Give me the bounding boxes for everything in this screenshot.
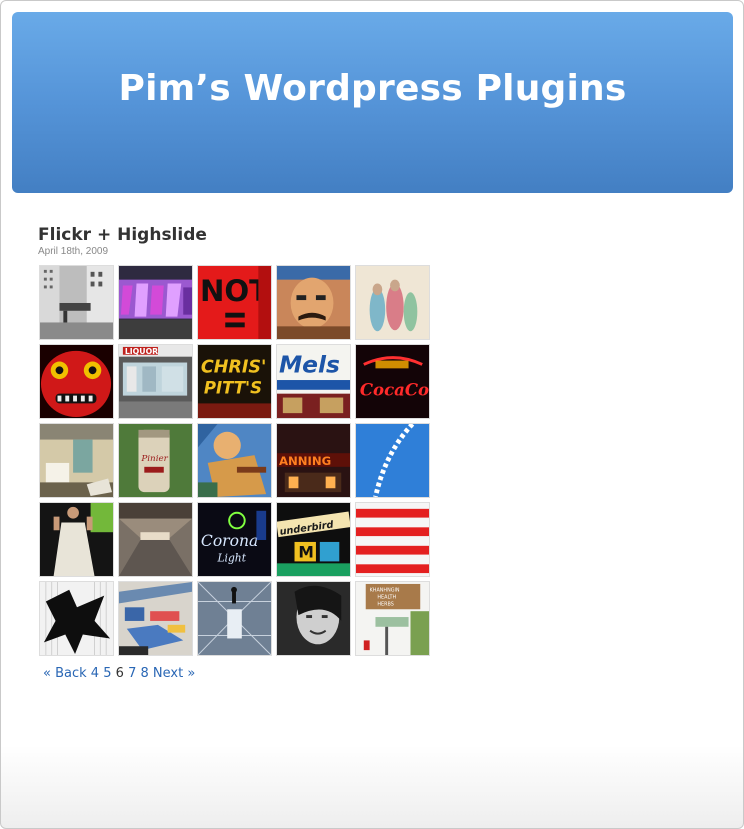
thumbnail[interactable] [39,581,114,656]
thumbnail[interactable] [39,265,114,340]
thumbnail[interactable] [118,265,193,340]
svg-text:LIQUOR: LIQUOR [125,347,158,356]
svg-text:Corona: Corona [201,532,258,550]
page-frame: Pim’s Wordpress Plugins Flickr + Highsli… [0,0,744,829]
thumbnail[interactable] [197,581,272,656]
pagination-back-link[interactable]: « Back [43,666,87,681]
site-title[interactable]: Pim’s Wordpress Plugins [118,68,626,109]
pagination: « Back 4 5 6 7 8 Next » [43,666,195,681]
thumbnail-grid: NOT LIQUOR CHRIS'PITT'S Mels CocaCola Pi [39,265,432,656]
svg-text:Light: Light [216,551,246,564]
pagination-current-page: 6 [115,666,124,681]
thumbnail[interactable] [39,502,114,577]
thumbnail[interactable] [118,502,193,577]
thumbnail[interactable]: KHANHNGIN HEALTH HERBS [355,581,430,656]
thumbnail[interactable]: underbird M [276,502,351,577]
header-banner: Pim’s Wordpress Plugins [12,12,733,193]
svg-text:M: M [298,544,314,562]
pagination-next-link[interactable]: Next » [153,666,195,681]
thumbnail[interactable]: Pinier [118,423,193,498]
thumbnail[interactable]: ANNING [276,423,351,498]
svg-text:Pinier: Pinier [140,454,168,464]
svg-text:CocaCola: CocaCola [360,380,429,400]
svg-text:ANNING: ANNING [279,454,331,468]
svg-text:KHANHNGIN: KHANHNGIN [370,588,400,594]
thumbnail[interactable] [118,581,193,656]
thumbnail[interactable]: Corona Light [197,502,272,577]
pagination-page-8[interactable]: 8 [140,666,148,681]
thumbnail[interactable] [39,344,114,419]
pagination-page-7[interactable]: 7 [128,666,136,681]
svg-text:Mels: Mels [279,350,340,378]
thumbnail[interactable] [355,502,430,577]
thumbnail[interactable]: NOT [197,265,272,340]
thumbnail[interactable] [355,423,430,498]
post-title[interactable]: Flickr + Highslide [38,225,207,245]
thumbnail[interactable] [276,265,351,340]
svg-text:HERBS: HERBS [377,601,393,607]
thumbnail[interactable] [39,423,114,498]
thumbnail[interactable]: CHRIS' PITT'S [197,344,272,419]
post-date: April 18th, 2009 [38,246,109,257]
thumbnail[interactable]: CocaCola [355,344,430,419]
pagination-page-5[interactable]: 5 [103,666,111,681]
thumbnail[interactable] [276,581,351,656]
pagination-page-4[interactable]: 4 [91,666,99,681]
thumbnail[interactable] [197,423,272,498]
thumbnail[interactable] [355,265,430,340]
svg-text:PITT'S: PITT'S [204,379,262,398]
svg-text:HEALTH: HEALTH [377,595,396,601]
post: Flickr + Highslide April 18th, 2009 [38,225,207,257]
thumbnail[interactable]: Mels [276,344,351,419]
thumbnail[interactable]: LIQUOR [118,344,193,419]
svg-text:CHRIS': CHRIS' [201,357,267,377]
